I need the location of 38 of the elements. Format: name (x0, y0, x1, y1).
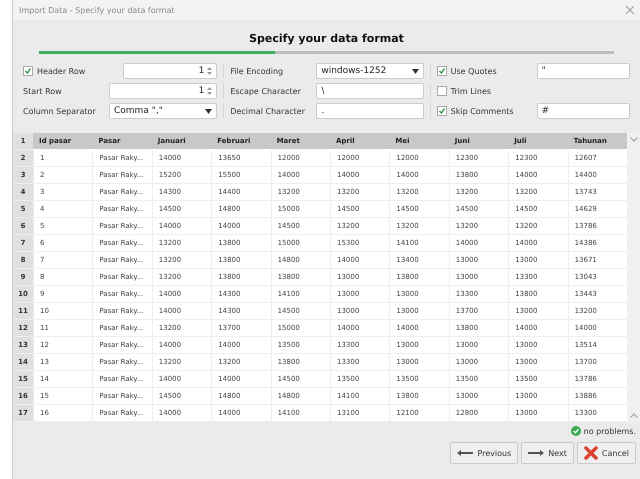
cancel-button[interactable]: Cancel (576, 442, 636, 464)
caret-icon[interactable] (205, 108, 212, 114)
input-field[interactable]: " (536, 63, 630, 79)
spinner-arrows-icon[interactable] (207, 86, 212, 96)
caret-icon[interactable] (412, 68, 419, 74)
next-button[interactable]: Next (521, 442, 574, 464)
close-icon[interactable] (626, 6, 634, 14)
input-field[interactable]: . (316, 103, 424, 119)
spinner-arrows-icon[interactable] (207, 66, 212, 76)
spinner-field[interactable]: 1 (109, 83, 218, 99)
dropdown[interactable]: windows-1252 (316, 63, 424, 79)
checkbox[interactable] (436, 66, 447, 76)
window-title: Import Data - Specify your data format (19, 6, 175, 14)
option-label: File Encoding (230, 66, 284, 76)
option-label: Escape Character (230, 86, 302, 96)
left-arrow-icon (457, 450, 474, 456)
option-label: Skip Comments (450, 106, 515, 116)
check-circle-icon (570, 426, 581, 436)
option-label: Decimal Character (230, 106, 306, 116)
checkbox[interactable] (23, 66, 33, 76)
option-label: Trim Lines (450, 86, 492, 96)
close-icon (584, 446, 598, 460)
input-field[interactable]: \ (316, 83, 424, 99)
input-field[interactable]: # (536, 103, 630, 119)
scroll-up-icon[interactable] (630, 413, 638, 418)
step-heading: Specify your data format (248, 32, 405, 45)
checkbox[interactable] (436, 106, 447, 116)
option-label: Use Quotes (450, 66, 498, 76)
status-text: no problems. (584, 426, 636, 436)
scroll-down-icon[interactable] (630, 137, 638, 142)
checkbox[interactable] (436, 86, 447, 96)
previous-button[interactable]: Previous (450, 442, 518, 464)
spinner-field[interactable]: 1 (123, 63, 218, 79)
option-label: Column Separator (23, 106, 97, 116)
dropdown[interactable]: Comma "," (109, 103, 218, 119)
option-label: Start Row (23, 86, 63, 96)
right-arrow-icon (528, 450, 544, 456)
option-label: Header Row (37, 66, 86, 76)
